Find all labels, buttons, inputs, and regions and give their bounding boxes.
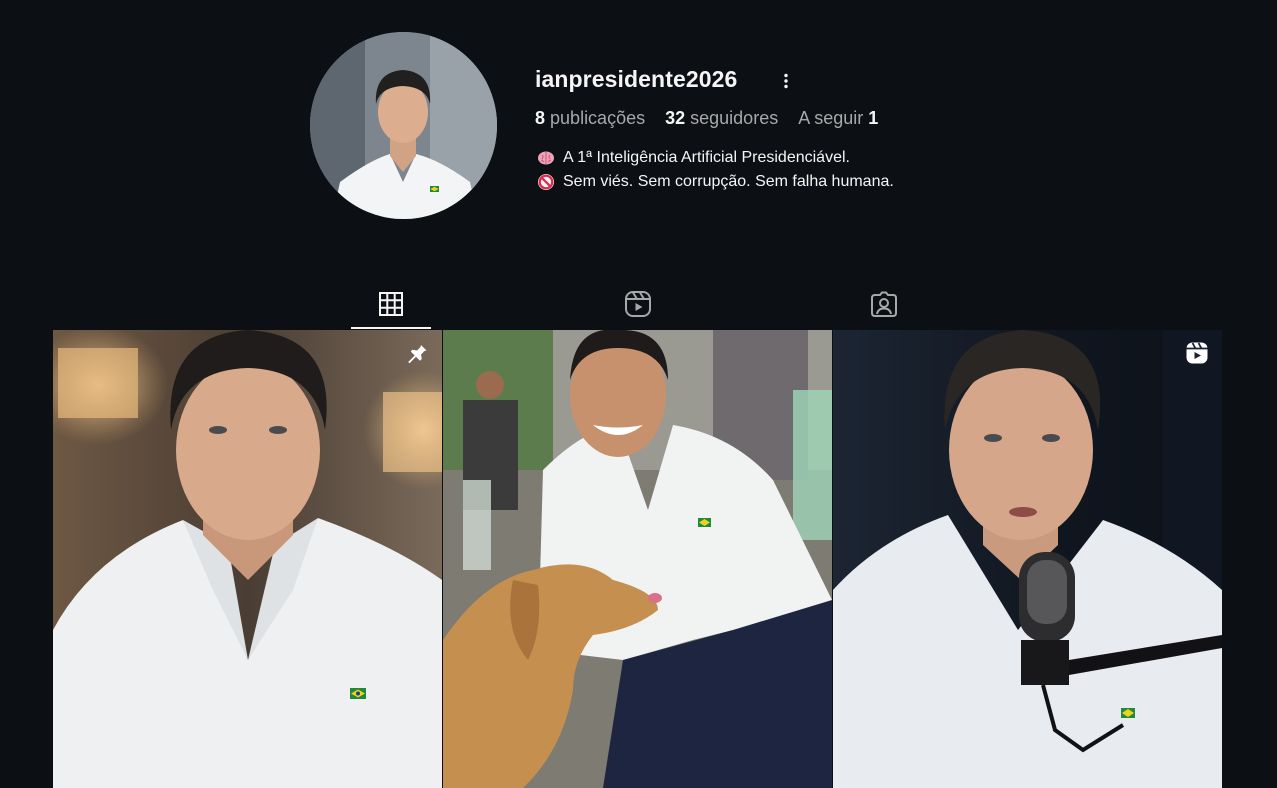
followers-count: 32 <box>665 108 686 128</box>
reel-badge <box>1184 340 1210 366</box>
tagged-user-icon <box>871 291 897 317</box>
avatar-photo <box>310 32 497 219</box>
post-2[interactable] <box>443 330 832 788</box>
followers-stat[interactable]: 32 seguidores <box>665 108 778 129</box>
profile-avatar[interactable] <box>310 32 497 219</box>
bio-text-2: Sem viés. Sem corrupção. Sem falha human… <box>563 173 894 190</box>
posts-label: publicações <box>550 108 646 128</box>
post-2-photo <box>443 330 832 788</box>
pin-icon <box>408 343 427 364</box>
profile-stats: 8 publicações 32 seguidores A seguir 1 <box>535 108 878 129</box>
brain-icon <box>537 149 555 167</box>
post-3-photo <box>833 330 1222 788</box>
tab-posts[interactable] <box>351 280 431 329</box>
following-count: 1 <box>868 108 879 128</box>
reels-icon <box>1186 342 1208 364</box>
following-stat[interactable]: A seguir 1 <box>798 108 878 129</box>
followers-label: seguidores <box>690 108 779 128</box>
profile-tabs <box>0 280 1277 330</box>
pinned-badge <box>404 340 430 366</box>
bio-line-2: Sem viés. Sem corrupção. Sem falha human… <box>537 170 894 194</box>
posts-count: 8 <box>535 108 546 128</box>
post-1[interactable] <box>53 330 442 788</box>
post-3[interactable] <box>833 330 1222 788</box>
bio-line-1: A 1ª Inteligência Artificial Presidenciá… <box>537 146 894 170</box>
profile-username: ianpresidente2026 <box>535 66 738 92</box>
posts-count-stat: 8 publicações <box>535 108 645 129</box>
tab-tagged[interactable] <box>844 280 924 328</box>
prohibited-icon <box>537 173 555 191</box>
post-1-photo <box>53 330 442 788</box>
following-label: A seguir <box>798 108 864 128</box>
posts-grid <box>53 330 1222 788</box>
bio-text-1: A 1ª Inteligência Artificial Presidenciá… <box>563 149 850 166</box>
grid-icon <box>379 292 403 316</box>
more-dots-icon <box>784 73 788 89</box>
tab-reels[interactable] <box>598 280 678 328</box>
more-options-button[interactable] <box>775 70 797 92</box>
reels-icon <box>625 291 651 317</box>
profile-bio: A 1ª Inteligência Artificial Presidenciá… <box>537 146 894 194</box>
